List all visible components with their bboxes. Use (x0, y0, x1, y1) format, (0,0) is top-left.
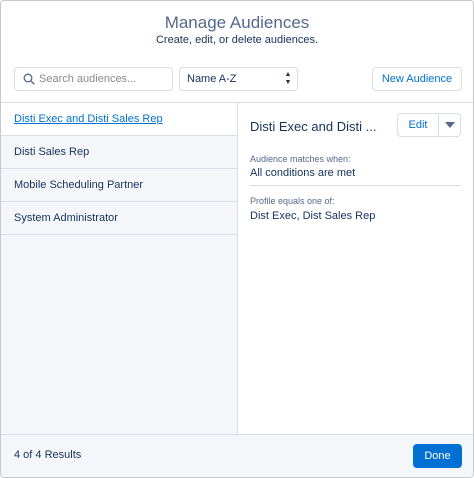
sort-select[interactable]: Name A-Z ▲ ▼ (179, 67, 298, 91)
sort-arrows-icon: ▲ ▼ (284, 71, 292, 86)
list-item-mobile-scheduling-partner[interactable]: Mobile Scheduling Partner (1, 169, 237, 202)
edit-button[interactable]: Edit (398, 114, 439, 136)
criterion-label: Profile equals one of: (250, 196, 335, 206)
match-label: Audience matches when: (250, 154, 351, 164)
chevron-down-icon (445, 122, 455, 128)
search-input[interactable] (39, 70, 169, 88)
match-value: All conditions are met (250, 167, 356, 179)
criterion-value: Dist Exec, Dist Sales Rep (250, 210, 376, 222)
new-audience-button[interactable]: New Audience (372, 67, 462, 91)
done-button[interactable]: Done (413, 444, 462, 468)
modal-footer: 4 of 4 Results Done (1, 434, 473, 477)
criteria-divider (250, 185, 461, 186)
manage-audiences-modal: Manage Audiences Create, edit, or delete… (0, 0, 474, 478)
modal-title: Manage Audiences (164, 13, 310, 32)
sort-select-value: Name A-Z (187, 73, 237, 85)
modal-subtitle: Create, edit, or delete audiences. (155, 34, 319, 46)
edit-menu-button[interactable] (439, 114, 461, 136)
list-item-system-administrator[interactable]: System Administrator (1, 202, 237, 235)
detail-title: Disti Exec and Disti ... (250, 119, 377, 134)
audience-detail: Disti Exec and Disti ... Edit Audience m… (239, 103, 473, 435)
results-count: 4 of 4 Results (14, 449, 82, 461)
edit-button-group: Edit (397, 113, 461, 137)
list-item-disti-exec-and-disti-sales-rep[interactable]: Disti Exec and Disti Sales Rep (1, 103, 237, 136)
search-box[interactable] (14, 67, 173, 91)
modal-header: Manage Audiences Create, edit, or delete… (1, 1, 473, 51)
list-item-disti-sales-rep[interactable]: Disti Sales Rep (1, 136, 237, 169)
search-icon (23, 73, 35, 85)
audience-list: Disti Exec and Disti Sales Rep Disti Sal… (1, 103, 238, 435)
audience-panel: Disti Exec and Disti Sales Rep Disti Sal… (1, 102, 473, 435)
